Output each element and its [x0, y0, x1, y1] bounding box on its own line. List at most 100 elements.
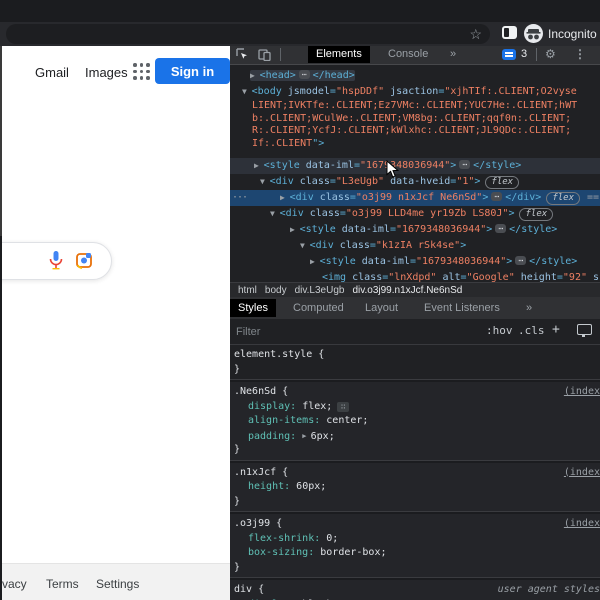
- expand-arrow-icon[interactable]: ▼: [300, 241, 310, 250]
- css-selector[interactable]: .n1xJcf {: [234, 467, 288, 478]
- privacy-link[interactable]: vacy: [2, 577, 27, 591]
- device-toolbar-icon[interactable]: [258, 48, 272, 62]
- rendering-emulation-icon[interactable]: [577, 324, 592, 337]
- css-rule: element.style {}: [230, 345, 600, 380]
- ellipsis-badge[interactable]: ⋯: [495, 224, 507, 233]
- css-declaration[interactable]: box-sizing: border-box;: [230, 546, 600, 561]
- page-top-nav: Gmail Images Sign in: [2, 58, 230, 86]
- dom-tree-line[interactable]: ▼ <div class="o3j99 LLD4me yr19Zb LS80J"…: [230, 206, 600, 222]
- css-declaration[interactable]: height: 60px;: [230, 480, 600, 495]
- issues-icon[interactable]: [502, 49, 516, 60]
- flex-badge[interactable]: flex: [546, 192, 580, 205]
- ellipsis-badge[interactable]: ⋯: [298, 70, 310, 79]
- styles-tab-bar: Styles Computed Layout Event Listeners »: [230, 297, 600, 320]
- dom-tree-line[interactable]: b:.CLIENT;WCulWe:.CLIENT;VM8bg:.CLIENT;q…: [230, 113, 600, 126]
- breadcrumb-item[interactable]: div.L3eUgb: [295, 283, 345, 298]
- dom-tree-line[interactable]: ▼ <div class="L3eUgb" data-hveid="1"> fle…: [230, 174, 600, 190]
- kebab-menu-icon[interactable]: ⋮: [574, 47, 586, 61]
- css-rule: .Ne6nSd { (index display: flex; ∷ align-item…: [230, 382, 600, 461]
- search-input[interactable]: [2, 242, 112, 280]
- styles-rules: element.style {} .Ne6nSd {(index display: …: [230, 345, 600, 600]
- new-style-rule-button[interactable]: +: [552, 322, 560, 337]
- lens-camera-icon[interactable]: [76, 252, 93, 274]
- incognito-label: Incognito: [548, 27, 597, 41]
- screen: ☆ Incognito Gmail Images Sign in vacy Te…: [0, 0, 600, 600]
- tab-computed[interactable]: Computed: [285, 299, 352, 317]
- toolbar-divider: [280, 48, 281, 61]
- bookmark-star-icon[interactable]: ☆: [469, 25, 482, 43]
- styles-filter-input[interactable]: [234, 322, 438, 342]
- css-selector[interactable]: element.style {: [234, 349, 324, 360]
- breadcrumb-item[interactable]: div.o3j99.n1xJcf.Ne6nSd: [352, 283, 462, 298]
- css-rule: .o3j99 { (index flex-shrink: 0; box-sizing:…: [230, 514, 600, 578]
- stylesheet-source-link[interactable]: (index: [564, 466, 600, 481]
- browser-toolbar: ☆ Incognito: [0, 22, 600, 46]
- css-selector[interactable]: .Ne6nSd {: [234, 386, 288, 397]
- css-declaration[interactable]: align-items: center;: [230, 414, 600, 429]
- expand-arrow-icon[interactable]: ▼: [242, 87, 252, 96]
- expand-arrow-icon[interactable]: ▶: [254, 161, 264, 170]
- mouse-cursor: [386, 159, 400, 184]
- flex-badge[interactable]: flex: [519, 208, 554, 221]
- css-rule: .n1xJcf {(index height: 60px;}: [230, 462, 600, 512]
- incognito-icon: [524, 24, 543, 43]
- breadcrumb-item[interactable]: html: [238, 283, 257, 298]
- settings-gear-icon[interactable]: ⚙: [545, 47, 556, 61]
- side-panel-icon[interactable]: [502, 26, 517, 39]
- apps-grid-icon[interactable]: [132, 62, 152, 82]
- flex-editor-icon[interactable]: ∷: [337, 401, 350, 412]
- css-declaration[interactable]: flex-shrink: 0;: [230, 532, 600, 547]
- dom-tree-line[interactable]: ▶ <style data-iml="1679348036944"> ⋯ </sty…: [230, 254, 600, 270]
- expand-arrow-icon[interactable]: ▶: [290, 225, 300, 234]
- dom-tree-line[interactable]: ▼ <div class="k1zIA rSk4se">: [230, 238, 600, 254]
- expand-arrow-icon[interactable]: ▶: [280, 193, 290, 202]
- breadcrumb-item[interactable]: body: [265, 283, 287, 298]
- issues-count[interactable]: 3: [521, 48, 527, 60]
- expand-arrow-icon[interactable]: ▶: [310, 257, 320, 266]
- stylesheet-source-link[interactable]: (index: [564, 517, 600, 532]
- address-bar[interactable]: ☆: [6, 24, 490, 44]
- gmail-link[interactable]: Gmail: [35, 65, 69, 80]
- dom-tree-line[interactable]: If:.CLIENT">: [230, 138, 600, 151]
- expand-arrow-icon[interactable]: ▶: [250, 71, 260, 80]
- tab-event-listeners[interactable]: Event Listeners: [416, 299, 508, 317]
- sign-in-button[interactable]: Sign in: [155, 58, 230, 84]
- dom-tree-line[interactable]: ··· ▶ <div class="o3j99 n1xJcf Ne6nSd"> ⋯ <…: [230, 190, 600, 206]
- stylesheet-origin-label: user agent styles: [497, 584, 600, 595]
- toggle-hover-state-button[interactable]: :hov: [486, 324, 513, 337]
- dom-tree-line[interactable]: ▼ <body jsmodel="hspDDf" jsaction="xjhTI…: [230, 84, 600, 100]
- expand-arrow-icon[interactable]: ▼: [260, 177, 270, 186]
- devtools-panel: Elements Console » 3 ⚙ ⋮ ▶ <head> ⋯ </head…: [230, 46, 600, 600]
- stylesheet-source-link[interactable]: (index: [564, 385, 600, 400]
- dom-tree: ▶ <head> ⋯ </head> ▼ <body jsmodel="hspDDf"…: [230, 65, 600, 285]
- dom-tree-line[interactable]: LIENT;IVKTfe:.CLIENT;Ez7VMc:.CLIENT;YUC7…: [230, 100, 600, 113]
- dom-tree-line[interactable]: ▶ <style data-iml="1679348036944"> ⋯ </sty…: [230, 222, 600, 238]
- terms-link[interactable]: Terms: [46, 577, 79, 591]
- dom-tree-line[interactable]: R:.CLIENT;YcfJ:.CLIENT;kWlxhc:.CLIENT;JL…: [230, 125, 600, 138]
- images-link[interactable]: Images: [85, 65, 128, 80]
- ellipsis-badge[interactable]: ⋯: [459, 160, 471, 169]
- more-tabs-icon[interactable]: »: [442, 46, 464, 63]
- tab-console[interactable]: Console: [380, 46, 436, 63]
- css-declaration[interactable]: display: flex; ∷: [230, 400, 600, 415]
- toggle-class-button[interactable]: .cls: [518, 324, 545, 337]
- styles-filter-row: :hov .cls +: [230, 319, 600, 345]
- dom-tree-line[interactable]: ▶ <head> ⋯ </head>: [230, 68, 600, 84]
- css-declaration[interactable]: padding: ▶ 6px;: [230, 429, 600, 444]
- tab-elements[interactable]: Elements: [308, 46, 370, 63]
- mic-icon[interactable]: [49, 251, 63, 276]
- flex-badge[interactable]: flex: [485, 176, 520, 189]
- expand-arrow-icon[interactable]: ▼: [270, 209, 280, 218]
- expand-shorthand-icon[interactable]: ▶: [302, 432, 310, 440]
- ellipsis-badge[interactable]: ⋯: [515, 256, 527, 265]
- css-selector[interactable]: div {: [234, 584, 264, 595]
- overflow-dots: ···: [232, 192, 248, 203]
- more-style-tabs-icon[interactable]: »: [518, 299, 540, 317]
- dom-tree-line[interactable]: ▶ <style data-iml="1679348036944"> ⋯ </sty…: [230, 158, 600, 174]
- settings-link[interactable]: Settings: [96, 577, 139, 591]
- css-selector[interactable]: .o3j99 {: [234, 518, 282, 529]
- inspect-element-icon[interactable]: [236, 48, 250, 62]
- tab-layout[interactable]: Layout: [357, 299, 406, 317]
- ellipsis-badge[interactable]: ⋯: [491, 192, 503, 201]
- tab-styles[interactable]: Styles: [230, 299, 276, 317]
